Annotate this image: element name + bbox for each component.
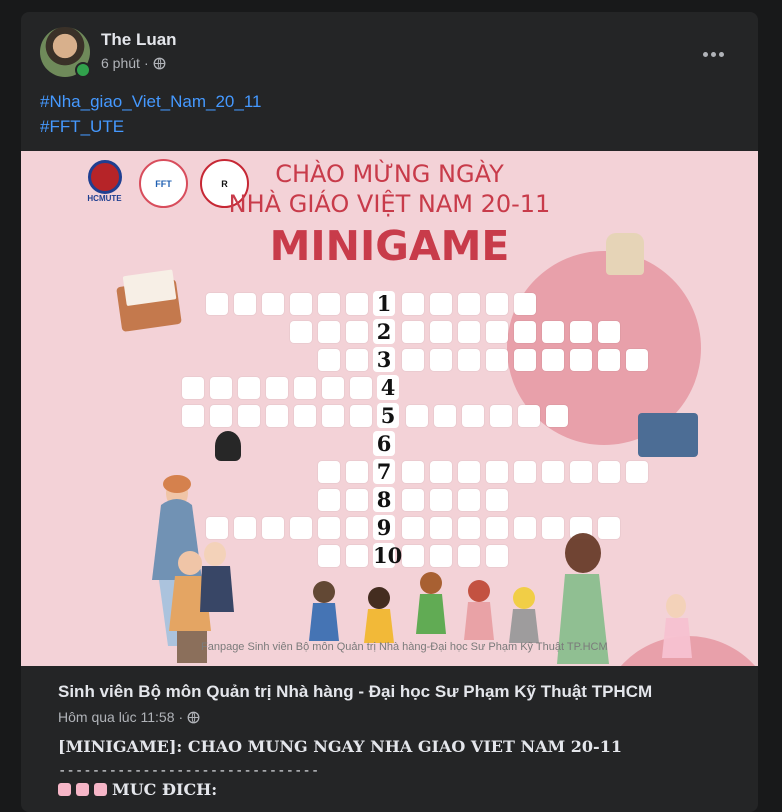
hashtags: #Nha_giao_Viet_Nam_20_11 #FFT_UTE bbox=[40, 89, 262, 139]
shared-time[interactable]: Hôm qua lúc 11:58 bbox=[58, 709, 174, 725]
purpose-line: MUC ĐICH: bbox=[58, 780, 748, 799]
post-time[interactable]: 6 phút bbox=[101, 55, 140, 71]
emoji-icon bbox=[76, 783, 89, 796]
shared-post-title: [MINIGAME]: CHAO MUNG NGAY NHA GIAO VIET… bbox=[58, 737, 622, 756]
shared-page-name[interactable]: Sinh viên Bộ môn Quản trị Nhà hàng - Đại… bbox=[58, 680, 748, 704]
shared-post: Sinh viên Bộ môn Quản trị Nhà hàng - Đại… bbox=[58, 680, 748, 799]
teacher-students-illustration bbox=[152, 475, 692, 664]
globe-icon bbox=[153, 57, 166, 69]
meta-separator: · bbox=[143, 55, 149, 71]
text-divider: ------------------------------- bbox=[58, 763, 320, 779]
post-header: The Luan 6 phút · bbox=[40, 27, 740, 79]
hashtag-link[interactable]: #FFT_UTE bbox=[40, 114, 262, 139]
online-status-dot bbox=[75, 62, 91, 78]
meta-separator: · bbox=[178, 709, 184, 725]
more-options-icon[interactable] bbox=[703, 49, 727, 59]
image-footer-text: Fanpage Sinh viên Bộ môn Quản trị Nhà hà… bbox=[201, 641, 608, 653]
hashtag-link[interactable]: #Nha_giao_Viet_Nam_20_11 bbox=[40, 89, 262, 114]
post-card: The Luan 6 phút · #Nha_giao_Viet_Nam_20_… bbox=[21, 12, 758, 812]
emoji-icon bbox=[58, 783, 71, 796]
post-meta: 6 phút · bbox=[101, 55, 166, 71]
shared-meta: Hôm qua lúc 11:58 · bbox=[58, 709, 748, 725]
author-name[interactable]: The Luan bbox=[101, 30, 177, 50]
purpose-text: MUC ĐICH: bbox=[112, 780, 218, 799]
post-image[interactable]: HCMUTE FFT R CHÀO MỪNG NGÀY NHÀ GIÁO VIỆ… bbox=[21, 151, 758, 666]
emoji-icon bbox=[94, 783, 107, 796]
globe-icon bbox=[187, 711, 200, 723]
